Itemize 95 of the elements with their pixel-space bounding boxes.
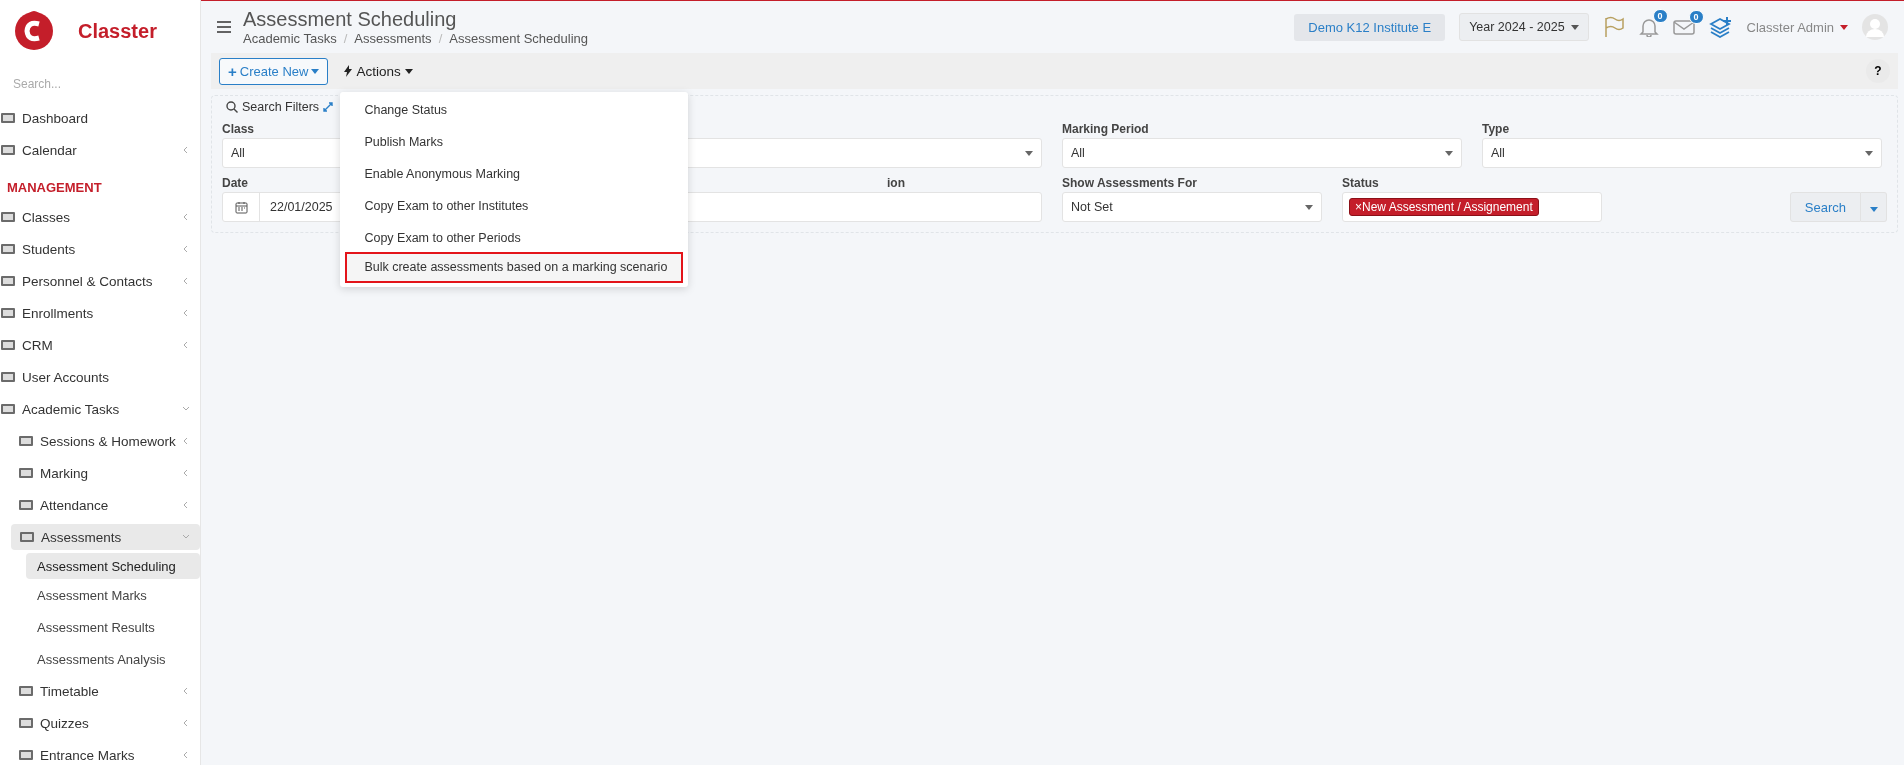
chevron-left-icon <box>182 437 190 445</box>
sidebar-item[interactable]: Marking <box>0 457 200 489</box>
menu-item-icon <box>18 748 34 762</box>
notification-badge: 0 <box>1652 9 1668 23</box>
status-field[interactable]: ×New Assessment / Assignement <box>1342 192 1602 222</box>
caret-icon <box>404 68 413 74</box>
field-label: Status <box>1342 176 1379 192</box>
layers-plus-icon[interactable] <box>1708 16 1733 38</box>
sidebar-item[interactable]: Entrance Marks <box>0 739 200 765</box>
menu-item-icon <box>18 684 34 698</box>
section-heading: MANAGEMENT <box>6 179 103 197</box>
year-dropdown[interactable]: Year 2024 - 2025 <box>1459 13 1589 41</box>
field-label: Marking Period <box>1062 122 1149 138</box>
chevron-left-icon <box>182 277 190 285</box>
logo-icon <box>12 9 56 53</box>
menu-item[interactable]: Copy Exam to other Periods <box>340 221 689 254</box>
sidebar-item[interactable]: Students <box>0 233 200 265</box>
caret-icon <box>1840 24 1848 30</box>
field-label: Date <box>222 176 248 192</box>
breadcrumb-separator: / <box>343 31 348 46</box>
sidebar-item[interactable]: Dashboard <box>0 102 200 134</box>
chevron-left-icon <box>182 719 190 727</box>
breadcrumb-separator: / <box>438 31 443 46</box>
mail-icon[interactable] <box>1672 18 1695 36</box>
create-new-button[interactable]: + Create New <box>219 57 329 85</box>
sidebar-item[interactable]: User Accounts <box>0 361 200 393</box>
help-button[interactable]: ? <box>1866 59 1890 83</box>
select-field[interactable]: All <box>1062 138 1462 168</box>
sidebar-item[interactable]: Assessments Analysis <box>0 643 200 675</box>
sidebar-item[interactable]: Calendar <box>0 134 200 166</box>
calendar-icon[interactable] <box>234 200 248 214</box>
menu-item[interactable]: Enable Anonymous Marking <box>340 157 689 190</box>
menu-item[interactable]: Change Status <box>340 93 689 126</box>
field-label: ion <box>887 176 905 192</box>
page-title: Assessment Scheduling <box>243 8 458 31</box>
chevron-left-icon <box>182 213 190 221</box>
brand-name: Classter <box>78 19 157 43</box>
menu-item[interactable]: Publish Marks <box>340 125 689 158</box>
collapse-icon[interactable] <box>323 102 334 112</box>
caret-icon <box>1025 150 1033 156</box>
sidebar-item[interactable]: Attendance <box>0 489 200 521</box>
caret-icon <box>1570 24 1579 30</box>
sidebar-item[interactable]: CRM <box>0 329 200 361</box>
sidebar-item[interactable]: Academic Tasks <box>0 393 200 425</box>
chevron-left-icon <box>182 309 190 317</box>
sidebar-item[interactable]: Quizzes <box>0 707 200 739</box>
chevron-down-icon <box>182 533 190 541</box>
breadcrumb[interactable]: Assessment Scheduling <box>449 31 588 46</box>
sidebar-item[interactable]: Timetable <box>0 675 200 707</box>
caret-icon <box>1445 150 1453 156</box>
flag-icon[interactable] <box>1602 16 1625 38</box>
caret-icon <box>1865 150 1873 156</box>
message-badge: 0 <box>1688 10 1704 24</box>
menu-item-icon <box>18 466 34 480</box>
menu-icon[interactable] <box>217 21 231 33</box>
search-icon <box>226 101 238 113</box>
caret-icon <box>1869 206 1878 212</box>
breadcrumb[interactable]: Assessments <box>354 31 432 46</box>
menu-item[interactable]: Copy Exam to other Institutes <box>340 189 689 222</box>
menu-item-icon <box>18 716 34 730</box>
sidebar-item[interactable]: Enrollments <box>0 297 200 329</box>
sidebar-item[interactable]: Assessment Marks <box>0 579 200 611</box>
sidebar-item[interactable]: Classes <box>0 201 200 233</box>
sidebar-item[interactable]: Assessment Scheduling <box>26 553 200 579</box>
chevron-down-icon <box>182 405 190 413</box>
chevron-left-icon <box>182 687 190 695</box>
field-label: Show Assessments For <box>1062 176 1197 192</box>
menu-item[interactable]: Bulk create assessments based on a marking scenario <box>347 253 682 281</box>
actions-button[interactable]: Actions <box>340 59 417 83</box>
chevron-left-icon <box>182 245 190 253</box>
select-field[interactable]: Not Set <box>1062 192 1322 222</box>
filter-title: Search Filters <box>242 100 320 114</box>
sidebar-item[interactable]: Sessions & Homework <box>0 425 200 457</box>
caret-icon <box>1305 204 1313 210</box>
status-tag[interactable]: ×New Assessment / Assignement <box>1349 198 1539 216</box>
breadcrumb[interactable]: Academic Tasks <box>243 31 337 46</box>
select-field[interactable]: All <box>1482 138 1882 168</box>
menu-item-icon <box>18 434 34 448</box>
menu-item-icon <box>19 530 35 544</box>
chevron-left-icon <box>182 751 190 759</box>
caret-icon <box>311 68 320 74</box>
search-options-button[interactable] <box>1861 192 1887 222</box>
chevron-left-icon <box>182 469 190 477</box>
chevron-left-icon <box>182 341 190 349</box>
chevron-left-icon <box>182 501 190 509</box>
menu-item-icon <box>18 498 34 512</box>
sidebar-item[interactable]: Assessments <box>11 524 200 550</box>
chevron-left-icon <box>182 146 190 154</box>
field-label: Class <box>222 122 255 138</box>
field-label: Type <box>1482 122 1510 138</box>
bell-icon[interactable] <box>1638 17 1659 37</box>
bolt-icon <box>344 65 353 77</box>
sidebar-item[interactable]: Personnel & Contacts <box>0 265 200 297</box>
search-button[interactable]: Search <box>1789 192 1861 222</box>
sidebar-item[interactable]: Assessment Results <box>0 611 200 643</box>
